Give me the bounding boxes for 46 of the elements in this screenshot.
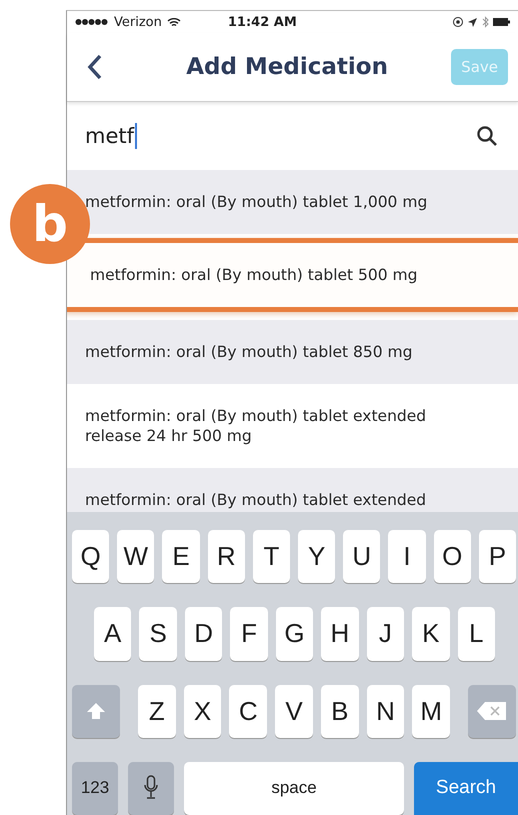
letter-key[interactable]: U (343, 530, 380, 584)
letter-key[interactable]: E (162, 530, 200, 584)
result-item[interactable]: metformin: oral (By mouth) tablet 850 mg (67, 320, 518, 384)
result-item[interactable]: metformin: oral (By mouth) tablet extended (67, 468, 518, 512)
letter-key[interactable]: J (366, 607, 404, 660)
microphone-icon (144, 775, 158, 802)
status-time: 11:42 AM (228, 14, 297, 30)
letter-key[interactable]: O (434, 530, 471, 584)
search-field[interactable]: metf (67, 102, 518, 170)
signal-icon (75, 18, 109, 26)
letter-key[interactable]: L (458, 607, 495, 660)
result-item[interactable]: metformin: oral (By mouth) tablet 500 mg (67, 238, 518, 312)
letter-key[interactable]: M (412, 684, 450, 738)
letter-key[interactable]: V (275, 684, 313, 738)
back-button[interactable] (87, 53, 103, 81)
letter-key[interactable]: C (229, 684, 268, 738)
backspace-icon (476, 701, 508, 722)
microphone-key[interactable] (128, 762, 174, 815)
wifi-icon (166, 16, 181, 28)
letter-key[interactable]: D (184, 607, 222, 660)
letter-key[interactable]: I (388, 530, 426, 584)
letter-key[interactable]: Y (298, 530, 336, 584)
space-key[interactable]: space (184, 762, 404, 815)
letter-key[interactable]: G (276, 607, 314, 660)
letter-key[interactable]: T (252, 530, 290, 584)
search-icon[interactable] (476, 125, 498, 147)
letter-key[interactable]: K (412, 607, 450, 660)
letter-key[interactable]: Q (72, 530, 110, 584)
letter-key[interactable]: A (94, 607, 132, 660)
letter-key[interactable]: X (184, 684, 222, 738)
search-text: metf (85, 124, 134, 148)
letter-key[interactable]: Z (138, 684, 176, 738)
shift-arrow-icon (85, 701, 107, 722)
letter-key[interactable]: N (366, 684, 404, 738)
letter-key[interactable]: R (208, 530, 245, 584)
search-key[interactable]: Search (414, 762, 518, 815)
letter-key[interactable]: F (230, 607, 268, 660)
letter-key[interactable]: B (320, 684, 359, 738)
numbers-key[interactable]: 123 (72, 762, 118, 815)
letter-key[interactable]: S (139, 607, 177, 660)
letter-key[interactable]: W (117, 530, 154, 584)
letter-key[interactable]: H (321, 607, 359, 660)
letter-key[interactable]: P (478, 530, 516, 584)
screen-title: Add Medication (185, 54, 389, 80)
status-icons (452, 16, 512, 28)
carrier-name: Verizon (114, 14, 162, 30)
